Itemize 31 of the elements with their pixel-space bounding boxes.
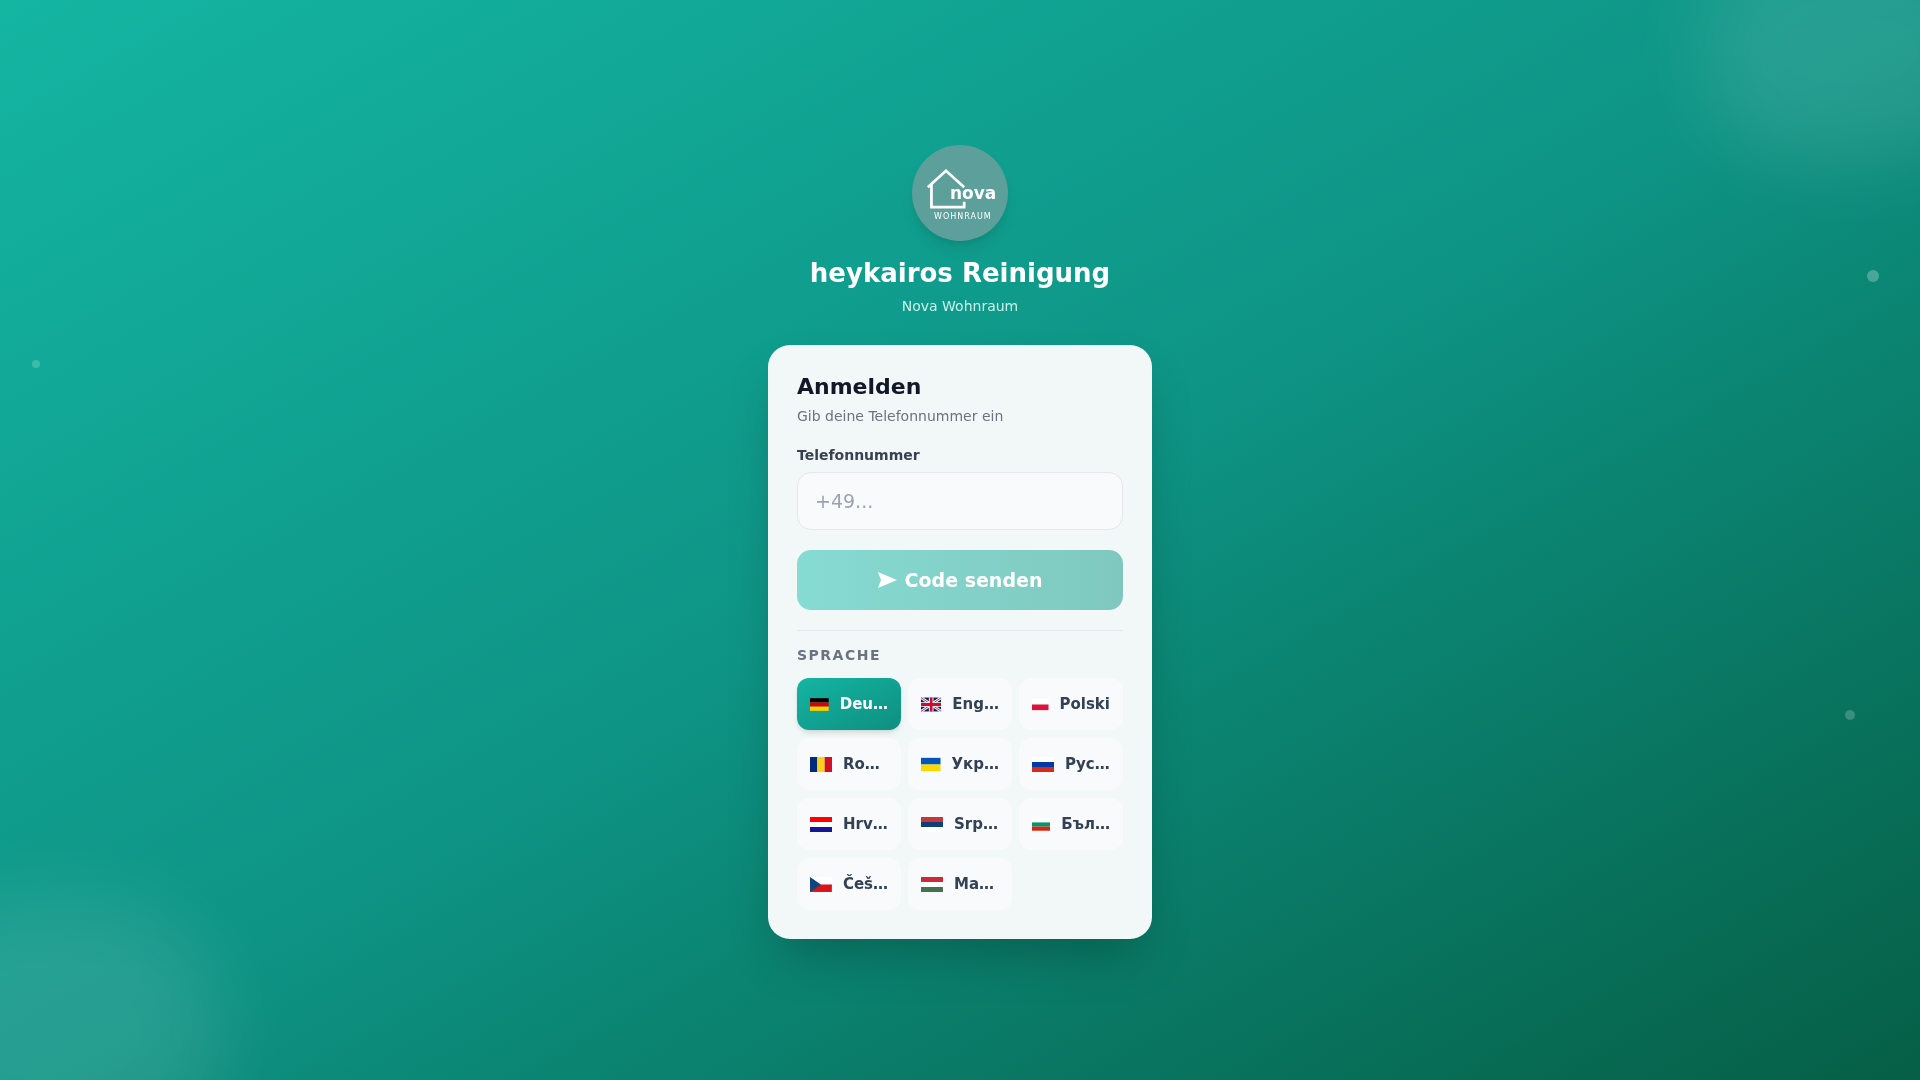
language-option[interactable]: Ma… <box>908 858 1012 910</box>
flag-icon <box>1032 696 1049 712</box>
section-heading: SPRACHE <box>797 646 882 665</box>
flag-icon <box>921 816 943 832</box>
flag-icon <box>810 816 832 832</box>
flag-icon <box>810 696 829 712</box>
send-icon <box>877 572 897 588</box>
language-option[interactable]: Бъл… <box>1019 798 1123 850</box>
flag-icon <box>810 876 832 892</box>
flag-icon <box>1032 816 1051 832</box>
language-option[interactable]: Ro… <box>797 738 901 790</box>
flag-icon <box>1032 756 1054 772</box>
app-subtitle: Nova Wohnraum <box>901 296 1019 316</box>
language-option[interactable]: Srp… <box>908 798 1012 850</box>
flag-icon <box>921 876 943 892</box>
language-option[interactable]: Češ… <box>797 858 901 910</box>
language-option[interactable]: Укр… <box>908 738 1012 790</box>
logo-tagline: WOHNRAUM <box>934 213 992 221</box>
flag-icon <box>921 696 942 712</box>
card-heading: Anmelden <box>797 372 923 400</box>
card-description: Gib deine Telefonnummer ein <box>797 407 1005 426</box>
language-option[interactable]: Eng… <box>908 678 1012 730</box>
field-label: Telefonnummer <box>797 446 921 465</box>
phone-input[interactable]: +49... <box>797 472 1123 530</box>
logo-wordmark: nova <box>950 185 997 202</box>
language-option[interactable]: Рус… <box>1019 738 1123 790</box>
flag-icon <box>810 756 832 772</box>
language-option[interactable]: Hrv… <box>797 798 901 850</box>
flag-icon <box>921 756 941 772</box>
language-option[interactable]: Polski <box>1019 678 1123 730</box>
app-title: heykairos Reinigung <box>809 257 1111 290</box>
